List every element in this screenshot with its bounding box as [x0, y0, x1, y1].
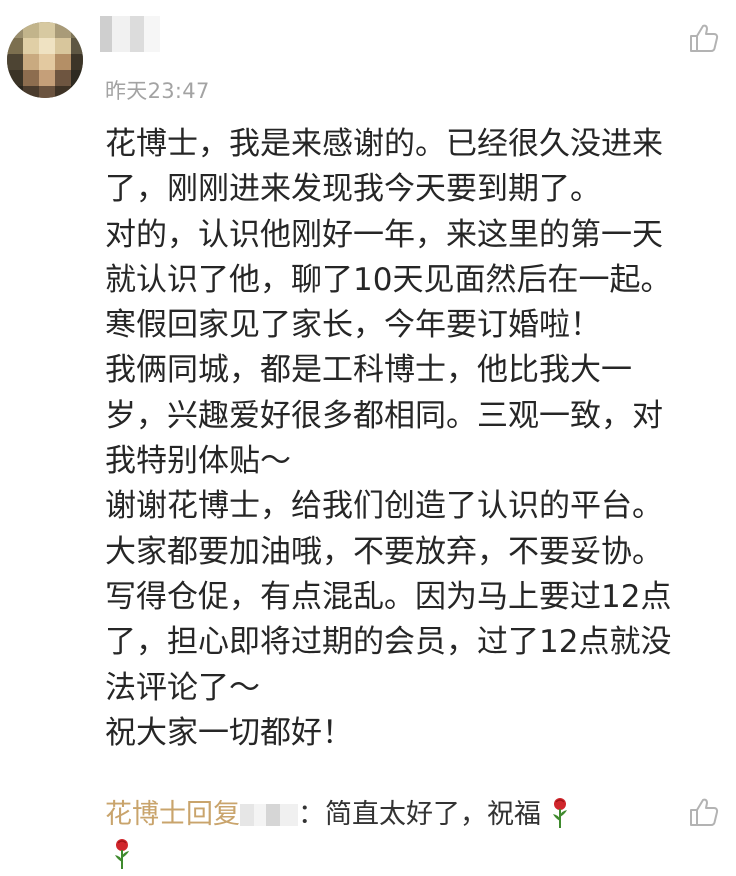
reply-target-blurred[interactable] — [240, 800, 298, 828]
comment-timestamp: 昨天23:47 — [105, 79, 210, 103]
comment-card: 昨天23:47 花博士，我是来感谢的。已经很久没进来 了，刚刚进来发现我今天要到… — [0, 0, 736, 876]
reply-verb: 回复 — [186, 799, 240, 830]
comment-line: 祝大家一切都好！ — [105, 714, 353, 751]
comment-line: 对的，认识他刚好一年，来这里的第一天 — [105, 216, 663, 253]
comment-line: 就认识了他，聊了10天见面然后在一起。 — [105, 261, 672, 298]
comment-line: 我特别体贴～ — [105, 443, 291, 480]
comment-line: 法评论了～ — [105, 669, 260, 706]
reply-colon: ： — [298, 799, 325, 830]
avatar[interactable] — [7, 22, 83, 98]
comment-line: 岁，兴趣爱好很多都相同。三观一致，对 — [105, 397, 663, 434]
rose-icon — [552, 798, 567, 828]
reply-author-link[interactable]: 花博士 — [105, 799, 186, 830]
comment-body: 花博士，我是来感谢的。已经很久没进来 了，刚刚进来发现我今天要到期了。 对的，认… — [105, 122, 730, 756]
thumbs-up-icon — [690, 24, 719, 52]
thumbs-up-icon — [690, 798, 719, 826]
comment-line: 了，刚刚进来发现我今天要到期了。 — [105, 171, 601, 208]
reply-like-button[interactable] — [688, 796, 720, 828]
comment-line: 谢谢花博士，给我们创造了认识的平台。 — [105, 488, 663, 525]
reply-text: 简直太好了，祝福 — [325, 799, 541, 830]
rose-icon — [115, 839, 129, 869]
comment-line: 花博士，我是来感谢的。已经很久没进来 — [105, 126, 663, 162]
comment-line: 写得仓促，有点混乱。因为马上要过12点 — [105, 578, 672, 615]
reply: 花博士回复 ：简直太好了，祝福 — [105, 793, 570, 837]
comment-line: 我俩同城，都是工科博士，他比我大一 — [105, 352, 632, 389]
comment-line: 大家都要加油哦，不要放弃，不要妥协。 — [105, 533, 663, 570]
comment-line: 寒假回家见了家长，今年要订婚啦！ — [105, 307, 601, 344]
like-button[interactable] — [688, 22, 720, 54]
comment-line: 了，担心即将过期的会员，过了12点就没 — [105, 624, 672, 661]
username-blurred[interactable] — [100, 16, 160, 52]
